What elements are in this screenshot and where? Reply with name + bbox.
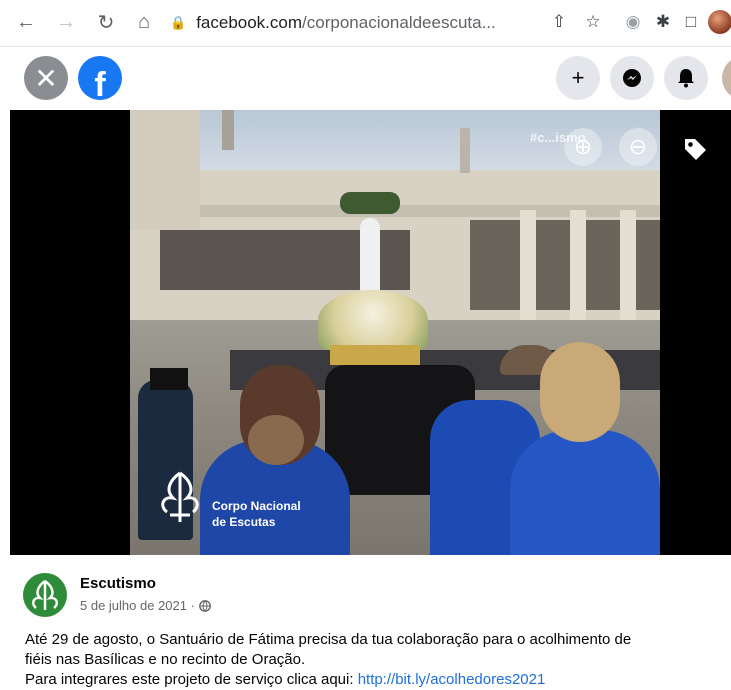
post-date[interactable]: 5 de julho de 2021 · [80, 598, 211, 615]
profile-avatar[interactable] [708, 10, 731, 34]
forward-arrow-icon[interactable]: → [54, 10, 78, 34]
reload-icon[interactable]: ↻ [94, 10, 118, 34]
post-link[interactable]: http://bit.ly/acolhedores2021 [358, 671, 546, 688]
post-message: Até 29 de agosto, o Santuário de Fátima … [25, 631, 632, 688]
post-photo: Corpo Nacional de Escutas [130, 110, 660, 555]
browser-toolbar: ← → ↻ ⌂ 🔒 facebook.com/corponacionaldees… [0, 0, 731, 47]
address-bar[interactable]: 🔒 facebook.com/corponacionaldeescuta... [170, 8, 590, 38]
zoom-out-icon[interactable]: ⊖ [619, 128, 657, 166]
globe-icon [198, 600, 211, 615]
url-text[interactable]: facebook.com/corponacionaldeescuta... [196, 13, 496, 33]
photo-viewer: Corpo Nacional de Escutas #c...ismo ⊕ ⊖ [10, 110, 731, 555]
facebook-header: ✕ f + [0, 47, 731, 109]
sidebar-icon[interactable]: □ [680, 11, 702, 33]
cne-logo-text: Corpo Nacional de Escutas [212, 499, 301, 529]
page-avatar[interactable] [23, 573, 67, 617]
lock-icon: 🔒 [170, 15, 187, 30]
post-author[interactable]: Escutismo [80, 575, 156, 592]
home-icon[interactable]: ⌂ [132, 10, 156, 34]
tag-icon[interactable] [682, 136, 708, 168]
create-plus-icon[interactable]: + [556, 56, 600, 100]
puzzle-icon[interactable]: ✱ [652, 11, 674, 33]
star-icon[interactable]: ☆ [582, 11, 604, 33]
share-icon[interactable]: ⇧ [548, 11, 570, 33]
cne-logo-icon [155, 470, 205, 525]
zoom-in-icon[interactable]: ⊕ [564, 128, 602, 166]
messenger-icon[interactable] [610, 56, 654, 100]
account-avatar[interactable] [722, 56, 731, 100]
close-icon[interactable]: ✕ [24, 56, 68, 100]
extension-icon[interactable]: ◉ [622, 11, 644, 33]
facebook-logo[interactable]: f [78, 56, 122, 100]
back-arrow-icon[interactable]: ← [14, 10, 38, 34]
notifications-bell-icon[interactable] [664, 56, 708, 100]
